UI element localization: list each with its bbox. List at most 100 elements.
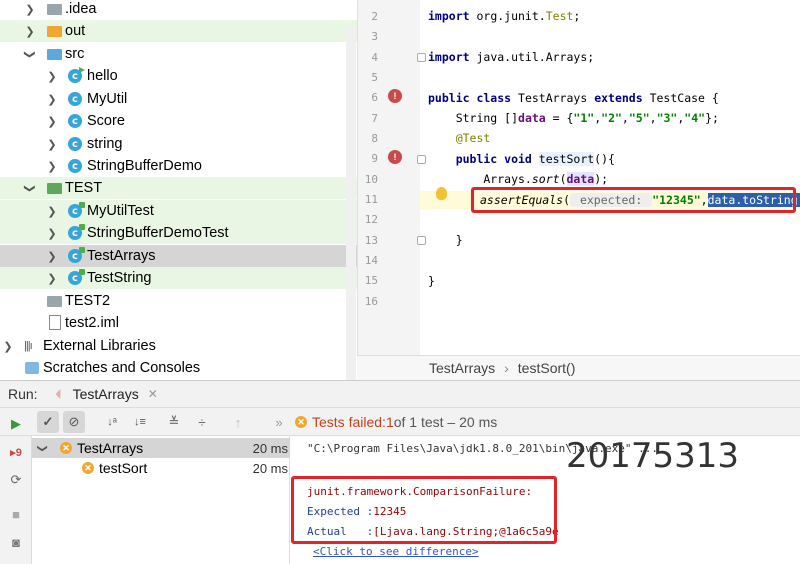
run-test-icon[interactable]: ! (388, 89, 402, 103)
fail-icon: ✕ (82, 462, 94, 474)
camera-icon[interactable]: ◙ (8, 534, 24, 550)
tree-item-testarrays[interactable]: ❯ c TestArrays (0, 245, 357, 267)
chevron-down-icon[interactable]: ❯ (24, 48, 37, 60)
tree-item-stringbufferdemotest[interactable]: ❯ c StringBufferDemoTest (0, 222, 357, 244)
more-icon[interactable]: » (268, 411, 290, 433)
close-icon[interactable]: ✕ (148, 387, 158, 401)
tree-item-string[interactable]: ❯ c string (0, 133, 357, 155)
run-test-icon[interactable]: ! (388, 150, 402, 164)
breadcrumb-class[interactable]: TestArrays (429, 360, 495, 376)
line-number: 3 (371, 30, 378, 43)
click-to-see-difference-link[interactable]: <Click to see difference> (313, 545, 479, 558)
show-passed-icon[interactable]: ✓ (37, 411, 59, 433)
class-icon: c (68, 114, 82, 128)
line-number: 13 (364, 234, 378, 247)
console-output[interactable]: "C:\Program Files\Java\jdk1.8.0_201\bin\… (291, 436, 800, 564)
line-number: 7 (371, 112, 378, 125)
tree-item-label: Scratches and Consoles (43, 360, 201, 376)
tree-item-label: TEST2 (65, 293, 111, 309)
chevron-right-icon[interactable]: ❯ (46, 250, 58, 263)
sort-duration-icon[interactable]: ↓≡ (129, 411, 151, 433)
tree-item-external-libraries[interactable]: ❯ |||ı External Libraries (0, 335, 357, 357)
arrow-up-icon[interactable]: ↑ (227, 411, 249, 433)
class-icon: c (68, 69, 82, 83)
code-line: } (428, 274, 435, 288)
fold-marker[interactable] (417, 53, 426, 62)
chevron-right-icon[interactable]: ❯ (46, 115, 58, 128)
tree-item-stringbufferdemo[interactable]: ❯ c StringBufferDemo (0, 155, 357, 177)
breadcrumb-method[interactable]: testSort() (518, 360, 576, 376)
test-node-class[interactable]: ❯ ✕ TestArrays 20 ms (32, 438, 290, 458)
line-number: 9 (371, 152, 378, 165)
line-number: 4 (371, 51, 378, 64)
code-editor[interactable]: 2 3 4 5 6 7 8 9 10 11 12 13 14 15 16 ! !… (357, 0, 800, 355)
fold-marker[interactable] (417, 155, 426, 164)
tree-item-label: TEST (65, 180, 103, 196)
tree-item-label: StringBufferDemo (87, 158, 202, 174)
tree-item-label: test2.iml (65, 315, 119, 331)
collapse-all-icon[interactable]: ÷ (191, 411, 213, 433)
tree-item-idea[interactable]: ❯ .idea (0, 0, 357, 20)
tree-item-myutil[interactable]: ❯ c MyUtil (0, 88, 357, 110)
fold-marker[interactable] (417, 236, 426, 245)
tree-item-myutiltest[interactable]: ❯ c MyUtilTest (0, 200, 357, 222)
highlight-box (471, 187, 796, 213)
line-number: 5 (371, 71, 378, 84)
chevron-right-icon[interactable]: ❯ (46, 160, 58, 173)
class-icon: c (68, 137, 82, 151)
tree-item-out[interactable]: ❯ out (0, 20, 357, 42)
sort-alpha-icon[interactable]: ↓ᵃ (101, 411, 123, 433)
chevron-right-icon[interactable]: ❯ (46, 93, 58, 106)
line-number: 11 (364, 193, 378, 206)
lightbulb-icon[interactable] (436, 187, 447, 200)
chevron-right-icon[interactable]: ❯ (46, 227, 58, 240)
scrollbar[interactable] (346, 28, 356, 380)
tree-item-label: .idea (65, 1, 97, 17)
line-number: 12 (364, 213, 378, 226)
toggle-autotest-icon[interactable]: ⟳ (8, 472, 24, 488)
line-number: 10 (364, 173, 378, 186)
line-number: 2 (371, 10, 378, 23)
chevron-right-icon[interactable]: ❯ (46, 272, 58, 285)
chevron-down-icon[interactable]: ❯ (24, 182, 37, 194)
tree-item-src[interactable]: ❯ src (0, 43, 357, 65)
run-toolbar: ✓ ⊘ ↓ᵃ ↓≡ ≚ ÷ ↑ » ✕ Tests failed: 1 of 1… (0, 408, 800, 436)
file-icon (49, 315, 61, 330)
fail-icon: ✕ (295, 416, 307, 428)
class-icon: c (68, 159, 82, 173)
chevron-down-icon[interactable]: ❯ (37, 444, 48, 452)
chevron-right-icon[interactable]: ❯ (46, 70, 58, 83)
tree-item-score[interactable]: ❯ c Score (0, 110, 357, 132)
tree-item-label: MyUtilTest (87, 203, 154, 219)
chevron-right-icon[interactable]: ❯ (46, 205, 58, 218)
code-line: import java.util.Arrays; (428, 50, 595, 64)
expand-all-icon[interactable]: ≚ (163, 411, 185, 433)
tree-item-teststring[interactable]: ❯ c TestString (0, 267, 357, 289)
run-tool-window-header: Run: TestArrays ✕ (0, 380, 800, 408)
test-name: TestArrays (77, 440, 144, 456)
chevron-right-icon[interactable]: ❯ (24, 25, 36, 38)
tree-item-test2[interactable]: TEST2 (0, 290, 357, 312)
stop-icon[interactable]: ■ (8, 506, 24, 522)
rerun-icon[interactable]: ▶ (8, 416, 24, 432)
rerun-failed-icon[interactable]: ▸9 (8, 444, 24, 460)
chevron-right-icon[interactable]: ❯ (2, 340, 14, 353)
test-class-icon: c (68, 224, 85, 240)
scratch-icon (25, 362, 39, 374)
run-tab-testarrays[interactable]: TestArrays ✕ (55, 386, 158, 402)
tree-item-label: StringBufferDemoTest (87, 225, 229, 241)
show-ignored-icon[interactable]: ⊘ (63, 411, 85, 433)
chevron-right-icon[interactable]: ❯ (24, 3, 36, 16)
code-line: public void testSort(){ (428, 152, 615, 166)
tree-item-scratches[interactable]: Scratches and Consoles (0, 357, 357, 379)
tree-item-label: Score (87, 113, 125, 129)
test-status: ✕ Tests failed: 1 of 1 test – 20 ms (295, 414, 497, 430)
tree-item-hello[interactable]: ❯ c hello (0, 65, 357, 87)
chevron-right-icon[interactable]: ❯ (46, 138, 58, 151)
test-node-method[interactable]: ✕ testSort 20 ms (32, 458, 290, 478)
status-rest: of 1 test – 20 ms (393, 414, 498, 430)
tree-item-test[interactable]: ❯ TEST (0, 177, 357, 199)
tree-item-test2-iml[interactable]: test2.iml (0, 312, 357, 334)
run-tab-label: TestArrays (72, 386, 139, 402)
tree-item-label: hello (87, 68, 118, 84)
